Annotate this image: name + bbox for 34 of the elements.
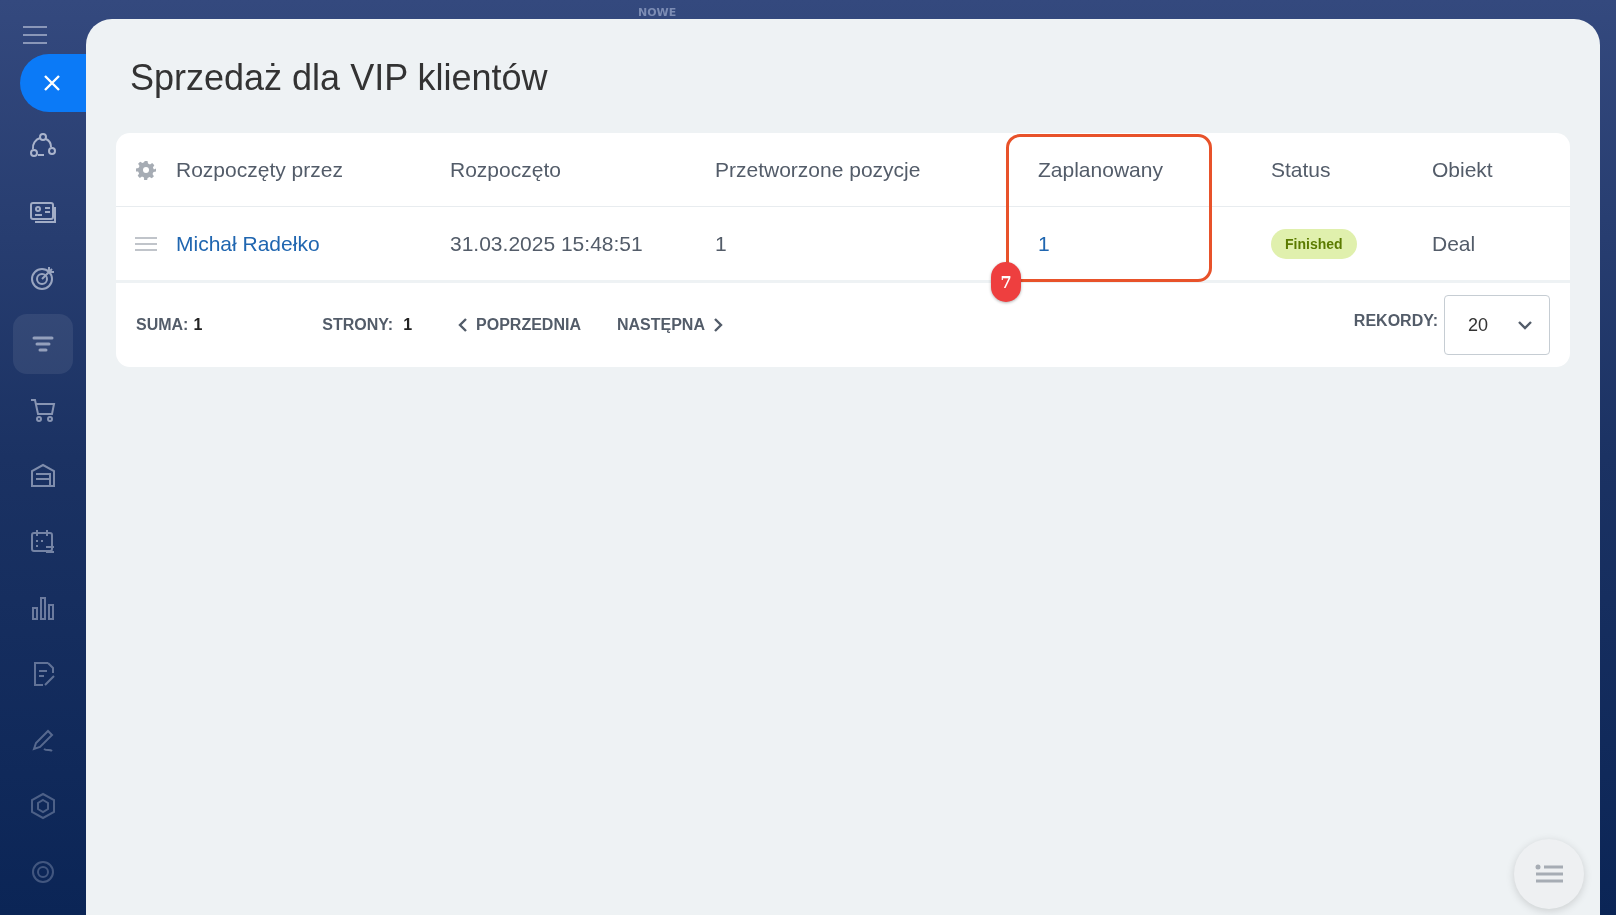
- total-count: 1: [193, 316, 203, 334]
- close-icon: [42, 73, 62, 93]
- count-link[interactable]: 1: [1038, 231, 1050, 255]
- column-header[interactable]: Rozpoczęto: [450, 157, 561, 182]
- status-badge: Finished: [1271, 228, 1357, 259]
- page-title: Sprzedaż dla VIP klientów: [130, 57, 549, 99]
- records-select[interactable]: 20: [1444, 295, 1550, 355]
- column-header[interactable]: Zaplanowany: [1038, 157, 1163, 182]
- previous-link[interactable]: POPRZEDNIA: [458, 316, 581, 334]
- step-marker: 7: [991, 262, 1021, 302]
- background-label: NOWE: [638, 6, 677, 19]
- column-header[interactable]: Rozpoczęty przez: [176, 157, 343, 182]
- settings-icon[interactable]: [136, 159, 156, 180]
- column-header[interactable]: Obiekt: [1432, 157, 1493, 182]
- table-cell: 1: [715, 231, 727, 256]
- records-label: REKORDY:: [1353, 312, 1438, 330]
- table-cell: 31.03.2025 15:48:51: [450, 231, 643, 256]
- drag-handle-icon[interactable]: [135, 236, 157, 251]
- chevron-right-icon: [713, 317, 723, 333]
- sidebar-item[interactable]: [13, 314, 73, 374]
- pages-count: 1: [403, 316, 413, 334]
- menu-icon[interactable]: [23, 26, 47, 44]
- next-link[interactable]: NASTĘPNA: [616, 316, 723, 334]
- list-icon: [1535, 864, 1563, 884]
- chevron-down-icon: [1517, 320, 1533, 330]
- user-link[interactable]: Michał Radełko: [176, 231, 320, 255]
- list-button[interactable]: [1514, 839, 1584, 909]
- hexagon-icon: [28, 791, 58, 821]
- pages-label: STRONY:: [322, 316, 394, 334]
- total-label: SUMA:: [136, 316, 189, 334]
- table-cell: Deal: [1432, 231, 1476, 256]
- column-header[interactable]: Status: [1271, 157, 1331, 182]
- column-header[interactable]: Przetworzone pozycje: [715, 157, 921, 182]
- chevron-left-icon: [458, 317, 469, 333]
